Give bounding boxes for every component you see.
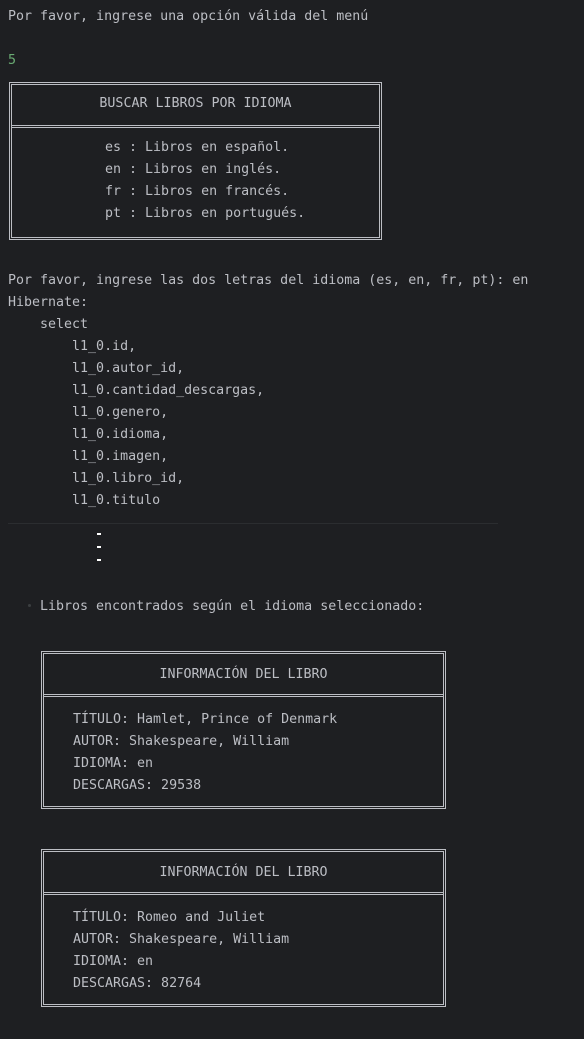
- book-info-header: INFORMACIÓN DEL LIBRO: [159, 667, 328, 682]
- book-title: TÍTULO: Hamlet, Prince of Denmark: [73, 712, 338, 727]
- language-option-es: es : Libros en español.: [105, 140, 290, 155]
- language-prompt: Por favor, ingrese las dos letras del id…: [8, 273, 529, 288]
- sql-line: l1_0.genero,: [8, 405, 169, 420]
- book-author: AUTOR: Shakespeare, William: [73, 932, 290, 947]
- faint-separator: [8, 523, 498, 524]
- language-option-en: en : Libros en inglés.: [105, 162, 282, 177]
- sql-line: l1_0.libro_id,: [8, 471, 185, 486]
- language-menu-divider: [12, 125, 379, 128]
- book-language: IDIOMA: en: [73, 954, 154, 969]
- book-info-box: INFORMACIÓN DEL LIBRO TÍTULO: Hamlet, Pr…: [41, 651, 446, 809]
- hibernate-label: Hibernate:: [8, 295, 89, 310]
- sql-line: l1_0.autor_id,: [8, 361, 185, 376]
- ellipsis-dot: [97, 533, 101, 535]
- book-info-divider: [44, 694, 443, 697]
- book-downloads: DESCARGAS: 82764: [73, 976, 202, 991]
- language-menu-title: BUSCAR LIBROS POR IDIOMA: [99, 96, 292, 111]
- menu-prompt: Por favor, ingrese una opción válida del…: [8, 9, 369, 24]
- sql-line: select: [8, 317, 89, 332]
- sql-line: l1_0.idioma,: [8, 427, 169, 442]
- book-info-box: INFORMACIÓN DEL LIBRO TÍTULO: Romeo and …: [41, 849, 446, 1007]
- bullet-icon: [28, 604, 31, 607]
- language-option-fr: fr : Libros en francés.: [105, 184, 290, 199]
- book-info-header: INFORMACIÓN DEL LIBRO: [159, 865, 328, 880]
- book-language: IDIOMA: en: [73, 756, 154, 771]
- book-downloads: DESCARGAS: 29538: [73, 778, 202, 793]
- user-input-option: 5: [8, 53, 17, 68]
- book-author: AUTOR: Shakespeare, William: [73, 734, 290, 749]
- language-menu-box: BUSCAR LIBROS POR IDIOMA es : Libros en …: [9, 82, 382, 240]
- book-info-divider: [44, 892, 443, 895]
- ellipsis-dot: [97, 559, 101, 561]
- sql-line: l1_0.id,: [8, 339, 137, 354]
- found-message: Libros encontrados según el idioma selec…: [40, 599, 425, 614]
- language-option-pt: pt : Libros en portugués.: [105, 206, 306, 221]
- ellipsis-dot: [97, 546, 101, 548]
- sql-line: l1_0.imagen,: [8, 449, 169, 464]
- sql-line: l1_0.titulo: [8, 493, 161, 508]
- book-title: TÍTULO: Romeo and Juliet: [73, 910, 266, 925]
- sql-line: l1_0.cantidad_descargas,: [8, 383, 265, 398]
